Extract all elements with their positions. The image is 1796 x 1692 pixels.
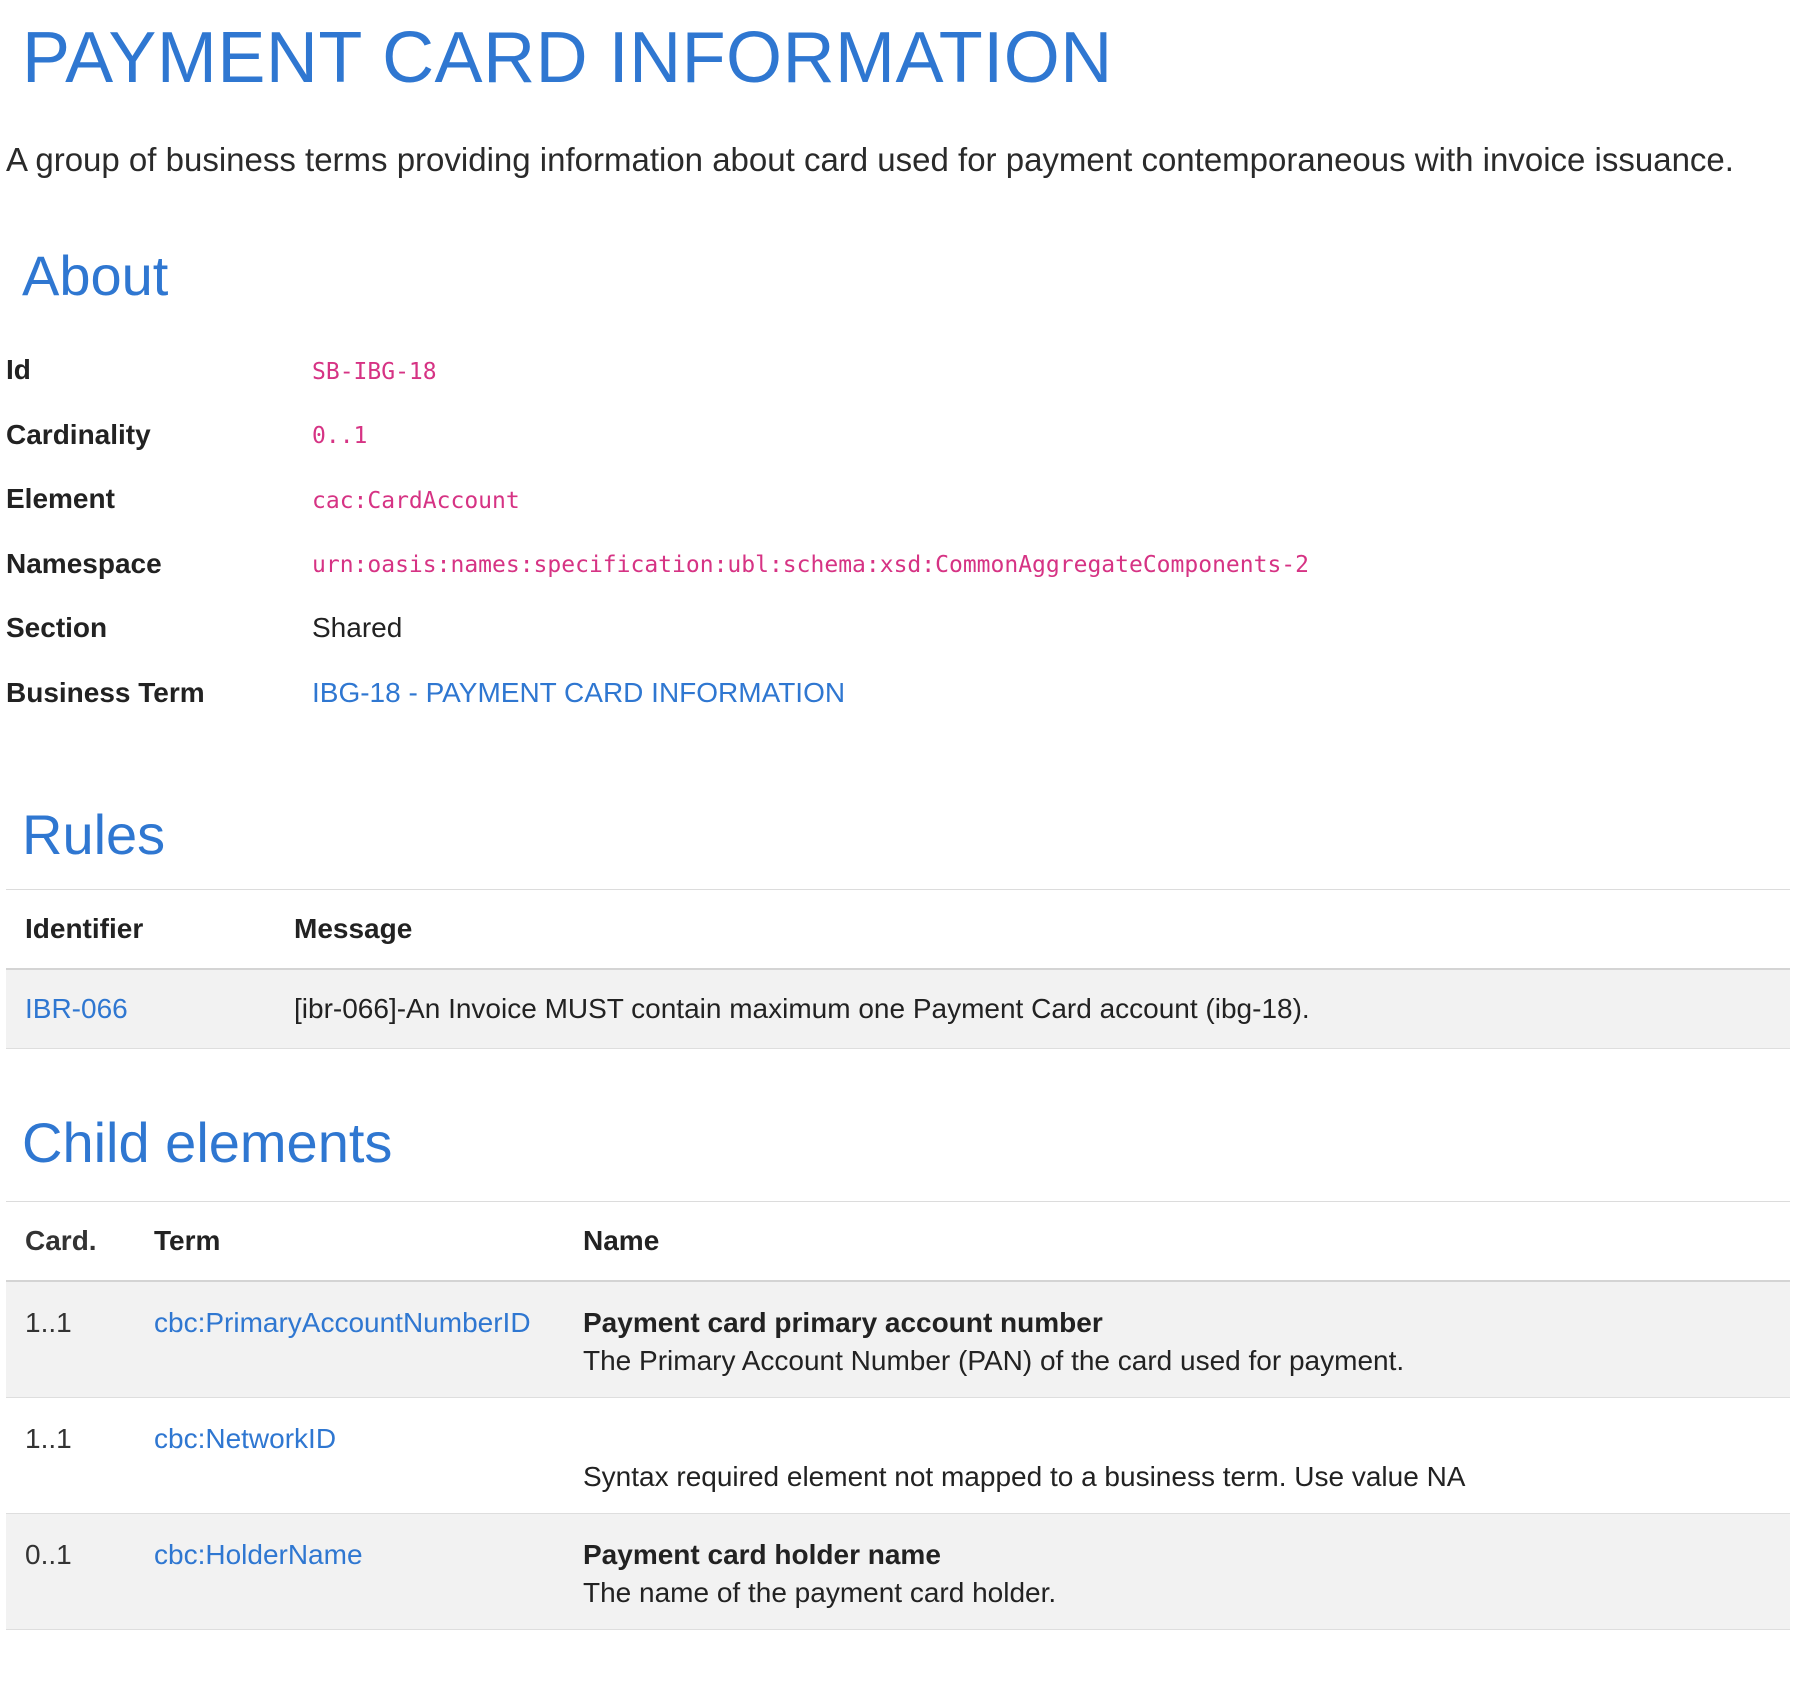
rules-heading: Rules	[22, 803, 166, 866]
about-row-id: Id SB-IBG-18	[6, 338, 1790, 403]
table-row: 1..1 cbc:PrimaryAccountNumberID Payment …	[6, 1281, 1790, 1397]
child-name: Payment card primary account number	[583, 1307, 1103, 1338]
about-label-section: Section	[6, 612, 108, 644]
table-row: IBR-066 [ibr-066]-An Invoice MUST contai…	[6, 969, 1790, 1049]
child-header-row: Card. Term Name	[6, 1201, 1790, 1281]
rules-header-row: Identifier Message	[6, 889, 1790, 969]
child-elements-heading: Child elements	[22, 1111, 393, 1174]
rules-col-message: Message	[294, 913, 413, 944]
about-heading: About	[22, 244, 169, 307]
child-name: Payment card holder name	[583, 1538, 941, 1570]
about-row-namespace: Namespace urn:oasis:names:specification:…	[6, 532, 1790, 597]
about-label-id: Id	[6, 354, 31, 386]
about-value-cardinality: 0..1	[312, 423, 368, 450]
about-list: Id SB-IBG-18 Cardinality 0..1 Element ca…	[6, 338, 1790, 725]
child-col-card: Card.	[25, 1225, 97, 1256]
about-value-namespace: urn:oasis:names:specification:ubl:schema…	[312, 552, 1309, 579]
child-col-term: Term	[154, 1225, 221, 1256]
child-col-name: Name	[583, 1225, 660, 1256]
rules-col-identifier: Identifier	[25, 913, 144, 944]
rules-table: Identifier Message IBR-066 [ibr-066]-An …	[6, 889, 1790, 1049]
about-label-namespace: Namespace	[6, 547, 162, 579]
child-description: The Primary Account Number (PAN) of the …	[583, 1345, 1405, 1376]
table-row: 0..1 cbc:HolderName Payment card holder …	[6, 1513, 1790, 1629]
about-row-cardinality: Cardinality 0..1	[6, 403, 1790, 468]
child-card: 1..1	[25, 1422, 72, 1454]
child-description: Syntax required element not mapped to a …	[583, 1460, 1466, 1492]
child-term-link[interactable]: cbc:NetworkID	[154, 1423, 336, 1454]
table-row: 1..1 cbc:NetworkID Syntax required eleme…	[6, 1397, 1790, 1513]
about-label-cardinality: Cardinality	[6, 418, 151, 450]
page-title: PAYMENT CARD INFORMATION	[22, 18, 1113, 98]
business-term-link[interactable]: IBG-18 - PAYMENT CARD INFORMATION	[312, 677, 845, 708]
child-card: 0..1	[25, 1538, 72, 1570]
about-label-element: Element	[6, 483, 115, 515]
about-row-section: Section Shared	[6, 596, 1790, 661]
child-term-link[interactable]: cbc:HolderName	[154, 1539, 363, 1570]
about-value-element: cac:CardAccount	[312, 487, 520, 514]
child-elements-table: Card. Term Name 1..1 cbc:PrimaryAccountN…	[6, 1201, 1790, 1630]
child-description: The name of the payment card holder.	[583, 1576, 1057, 1608]
rule-message: [ibr-066]-An Invoice MUST contain maximu…	[294, 993, 1310, 1024]
about-row-business-term: Business Term IBG-18 - PAYMENT CARD INFO…	[6, 661, 1790, 726]
page-description: A group of business terms providing info…	[6, 141, 1734, 178]
about-row-element: Element cac:CardAccount	[6, 467, 1790, 532]
about-value-section: Shared	[312, 612, 403, 644]
about-label-business-term: Business Term	[6, 676, 205, 708]
rule-identifier-link[interactable]: IBR-066	[25, 993, 128, 1024]
child-term-link[interactable]: cbc:PrimaryAccountNumberID	[154, 1307, 531, 1338]
child-card: 1..1	[25, 1307, 72, 1338]
about-value-id: SB-IBG-18	[312, 358, 437, 385]
